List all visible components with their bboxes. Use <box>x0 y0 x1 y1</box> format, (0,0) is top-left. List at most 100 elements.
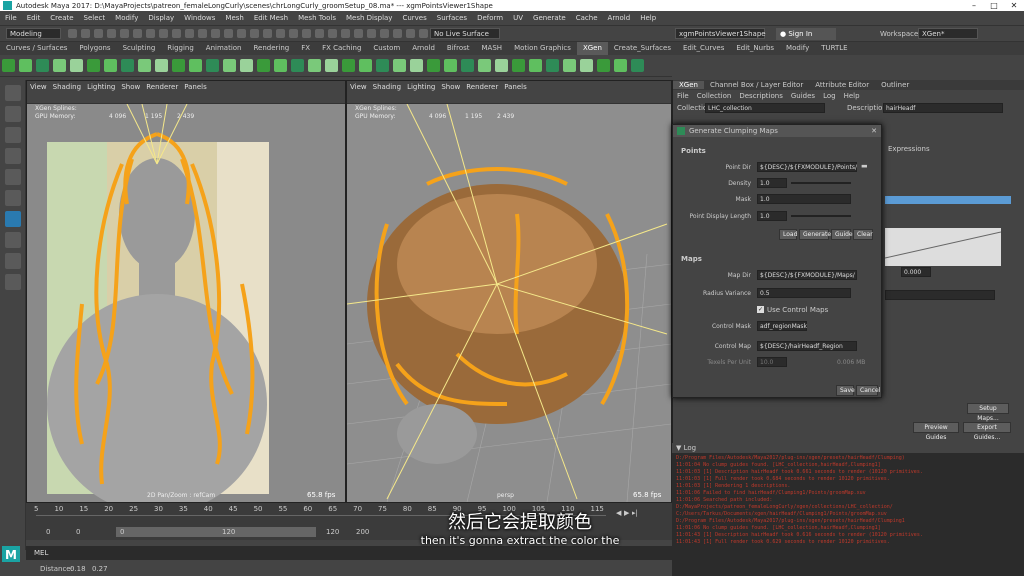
generate-button[interactable]: Generate <box>799 229 831 240</box>
menu-item[interactable]: Mesh Tools <box>293 11 341 26</box>
shelf-tool-icon[interactable] <box>223 59 236 72</box>
status-tool-icon[interactable] <box>133 29 142 38</box>
shelf-tab[interactable]: Rigging <box>161 42 200 55</box>
status-tool-icon[interactable] <box>419 29 428 38</box>
menu-item[interactable]: Help <box>635 11 661 26</box>
menu-item[interactable]: Surfaces <box>432 11 472 26</box>
viewport-menu-item[interactable]: Renderer <box>463 81 501 93</box>
dialog-close-icon[interactable]: ✕ <box>871 127 881 135</box>
shelf-tool-icon[interactable] <box>512 59 525 72</box>
shelf-tab[interactable]: Polygons <box>73 42 116 55</box>
viewport-menu-item[interactable]: Show <box>118 81 143 93</box>
viewport-menu-item[interactable]: View <box>27 81 50 93</box>
viewport-menu-item[interactable]: Shading <box>370 81 404 93</box>
collection-dropdown[interactable]: LHC_collection <box>705 103 825 113</box>
shelf-tab[interactable]: MASH <box>476 42 509 55</box>
shelf-tool-icon[interactable] <box>240 59 253 72</box>
viewport-menu-item[interactable]: Renderer <box>143 81 181 93</box>
live-surface-field[interactable]: No Live Surface <box>430 28 500 39</box>
shelf-tab[interactable]: Sculpting <box>117 42 162 55</box>
folder-icon[interactable]: ▬ <box>861 162 868 170</box>
status-tool-icon[interactable] <box>276 29 285 38</box>
viewport-menu-item[interactable]: Panels <box>181 81 210 93</box>
ramp-value-field[interactable]: 0.000 <box>901 267 931 277</box>
shelf-tool-icon[interactable] <box>121 59 134 72</box>
xgen-menu-item[interactable]: Guides <box>787 92 819 100</box>
menu-item[interactable]: Curves <box>397 11 431 26</box>
viewport-right[interactable]: View Shading Lighting Show Renderer Panels XG… <box>346 80 672 503</box>
shelf-tool-icon[interactable] <box>393 59 406 72</box>
layout-two-icon[interactable] <box>5 274 21 290</box>
status-tool-icon[interactable] <box>159 29 168 38</box>
menu-item[interactable]: Generate <box>528 11 571 26</box>
shelf-tool-icon[interactable] <box>427 59 440 72</box>
shelf-tool-icon[interactable] <box>36 59 49 72</box>
status-tool-icon[interactable] <box>263 29 272 38</box>
cancel-button[interactable]: Cancel <box>856 385 880 396</box>
viewport-menu-item[interactable]: Shading <box>50 81 84 93</box>
status-tool-icon[interactable] <box>172 29 181 38</box>
point-display-length-field[interactable]: 1.0 <box>757 211 787 221</box>
sign-in-button[interactable]: ● Sign In <box>776 28 836 40</box>
shelf-tool-icon[interactable] <box>325 59 338 72</box>
menu-item[interactable]: Mesh <box>220 11 248 26</box>
viewport-left[interactable]: View Shading Lighting Show Renderer Panels XG… <box>26 80 346 503</box>
current-start[interactable]: 0 <box>76 528 80 536</box>
panel-field[interactable] <box>885 290 995 300</box>
dialog-titlebar[interactable]: Generate Clumping Maps ✕ <box>673 125 881 137</box>
shelf-tool-icon[interactable] <box>597 59 610 72</box>
menu-item[interactable]: Cache <box>571 11 603 26</box>
menu-item[interactable]: Windows <box>179 11 220 26</box>
shelf-tab[interactable]: Create_Surfaces <box>608 42 677 55</box>
status-tool-icon[interactable] <box>185 29 194 38</box>
shelf-tool-icon[interactable] <box>291 59 304 72</box>
shelf-tool-icon[interactable] <box>410 59 423 72</box>
selected-row[interactable] <box>885 196 1011 204</box>
control-mask-field[interactable]: adf_regionMask <box>757 321 807 331</box>
mask-field[interactable]: 1.0 <box>757 194 851 204</box>
shelf-tool-icon[interactable] <box>53 59 66 72</box>
minimize-icon[interactable]: – <box>965 0 983 11</box>
panel-tab[interactable]: XGen <box>673 81 704 89</box>
scale-tool-icon[interactable] <box>5 190 21 206</box>
radius-variance-field[interactable]: 0.5 <box>757 288 851 298</box>
panel-tab[interactable]: Outliner <box>875 81 915 89</box>
collapse-icon[interactable]: ▼ <box>676 444 681 452</box>
xgen-menu-item[interactable]: Descriptions <box>735 92 787 100</box>
guide-button[interactable]: Guide <box>831 229 853 240</box>
shelf-tool-icon[interactable] <box>138 59 151 72</box>
end-frame-2[interactable]: 200 <box>356 528 369 536</box>
setup-maps-button[interactable]: Setup Maps... <box>967 403 1009 422</box>
status-tool-icon[interactable] <box>81 29 90 38</box>
shelf-tool-icon[interactable] <box>19 59 32 72</box>
shelf-tool-icon[interactable] <box>529 59 542 72</box>
density-slider[interactable] <box>791 182 851 184</box>
status-tool-icon[interactable] <box>198 29 207 38</box>
start-frame[interactable]: 0 <box>46 528 50 536</box>
shelf-tab[interactable]: Edit_Nurbs <box>730 42 780 55</box>
xgen-menu-item[interactable]: Log <box>819 92 840 100</box>
save-button[interactable]: Save <box>836 385 855 396</box>
shelf-tool-icon[interactable] <box>546 59 559 72</box>
lasso-tool-icon[interactable] <box>5 106 21 122</box>
shelf-tab[interactable]: XGen <box>576 42 608 55</box>
ramp-graph[interactable] <box>885 228 1001 266</box>
menu-item[interactable]: Modify <box>110 11 143 26</box>
status-tool-icon[interactable] <box>406 29 415 38</box>
status-tool-icon[interactable] <box>354 29 363 38</box>
shelf-tool-icon[interactable] <box>580 59 593 72</box>
status-tool-icon[interactable] <box>393 29 402 38</box>
shelf-tab[interactable]: Animation <box>200 42 248 55</box>
menu-item[interactable]: Select <box>79 11 111 26</box>
shelf-tool-icon[interactable] <box>376 59 389 72</box>
xgen-menu-item[interactable]: Help <box>840 92 864 100</box>
status-tool-icon[interactable] <box>315 29 324 38</box>
menu-item[interactable]: Deform <box>472 11 508 26</box>
shelf-tool-icon[interactable] <box>189 59 202 72</box>
viewport-menu-item[interactable]: Lighting <box>84 81 118 93</box>
shelf-tab[interactable]: Rendering <box>247 42 295 55</box>
status-tool-icon[interactable] <box>146 29 155 38</box>
shelf-tab[interactable]: FX Caching <box>316 42 367 55</box>
shelf-tool-icon[interactable] <box>206 59 219 72</box>
status-tool-icon[interactable] <box>68 29 77 38</box>
